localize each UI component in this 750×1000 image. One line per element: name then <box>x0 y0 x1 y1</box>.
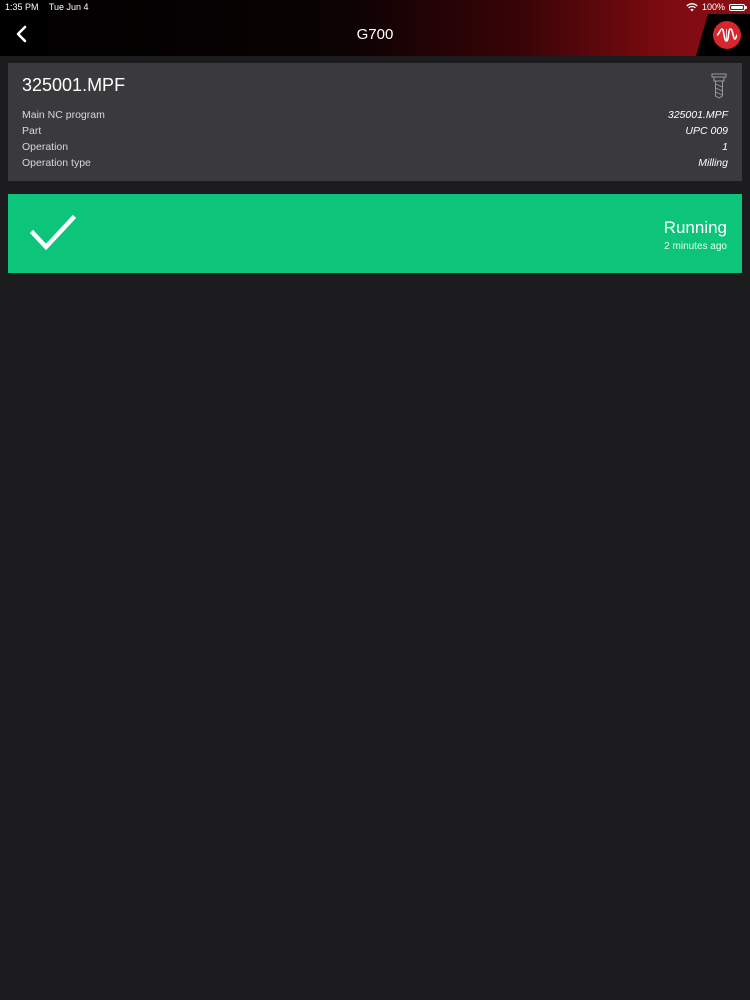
row-label: Main NC program <box>22 109 105 121</box>
program-info-card: 325001.MPF Main NC program 325001.MPF Pa… <box>8 63 742 181</box>
row-label: Part <box>22 125 42 137</box>
row-main-nc-program: Main NC program 325001.MPF <box>22 107 728 123</box>
battery-percent: 100% <box>701 2 725 12</box>
row-label: Operation type <box>22 157 91 169</box>
status-timestamp: 2 minutes ago <box>664 241 727 252</box>
row-label: Operation <box>22 141 69 153</box>
row-value: Milling <box>698 157 728 169</box>
battery-icon <box>729 3 747 11</box>
status-date: Tue Jun 4 <box>48 2 89 12</box>
row-value: 325001.MPF <box>667 109 728 121</box>
machine-status-card[interactable]: Running 2 minutes ago <box>8 194 742 273</box>
row-part: Part UPC 009 <box>22 123 728 139</box>
wifi-icon <box>686 2 698 11</box>
status-time: 1:35 PM <box>5 2 39 12</box>
program-details: Main NC program 325001.MPF Part UPC 009 … <box>22 107 728 171</box>
page-title: G700 <box>356 26 394 43</box>
row-operation: Operation 1 <box>22 139 728 155</box>
row-operation-type: Operation type Milling <box>22 155 728 171</box>
checkmark-icon <box>30 214 76 251</box>
waveform-logo-icon[interactable] <box>713 21 741 49</box>
row-value: UPC 009 <box>685 125 728 137</box>
status-label: Running <box>663 218 727 237</box>
system-status-bar: 1:35 PM Tue Jun 4 100% <box>0 0 750 14</box>
milling-tool-icon <box>711 73 727 99</box>
program-title: 325001.MPF <box>22 75 126 95</box>
row-value: 1 <box>722 141 728 153</box>
